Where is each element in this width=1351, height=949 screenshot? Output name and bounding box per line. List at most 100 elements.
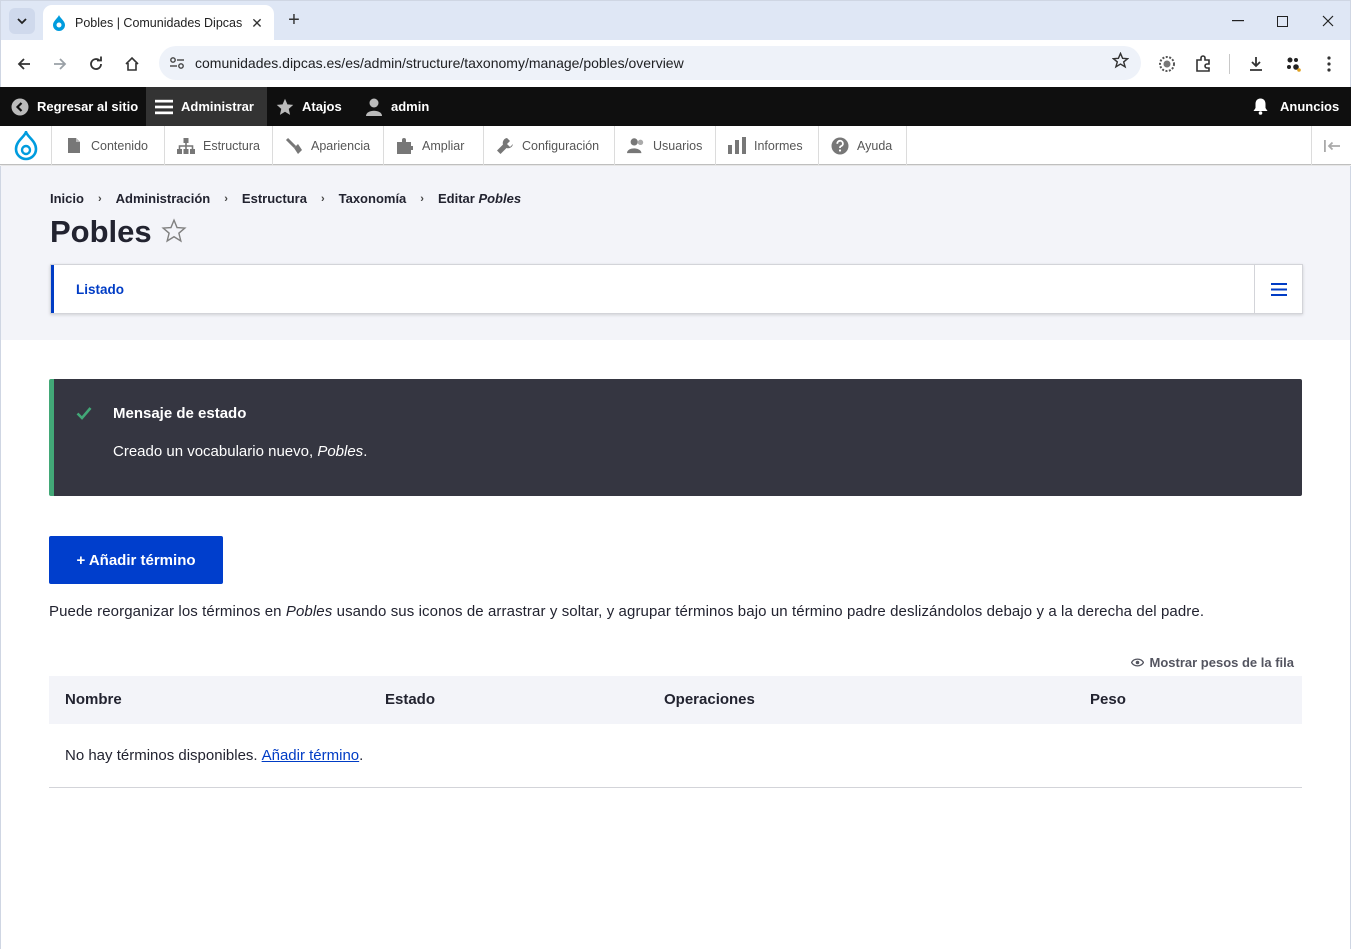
page-header: Inicio › Administración › Estructura › T… [0,166,1351,340]
tray-item-configuration[interactable]: Configuración [484,126,615,165]
toolbar-divider [1229,54,1230,74]
help-text-prefix: Puede reorganizar los términos en [49,603,282,620]
minimize-button[interactable] [1215,7,1261,35]
tray-item-label: Usuarios [653,138,703,153]
tray-item-content[interactable]: Contenido [53,126,165,165]
help-text-vocabulary: Pobles [285,603,333,620]
tray-orientation-toggle[interactable] [1311,126,1351,165]
breadcrumb-item-home[interactable]: Inicio [50,191,84,206]
status-message-title: Mensaje de estado [113,405,247,422]
admin-tray: Contenido Estructura Apariencia Ampliar … [0,126,1351,165]
tray-item-structure[interactable]: Estructura [165,126,273,165]
breadcrumb-edit-prefix: Editar [437,191,475,206]
help-icon [831,137,849,155]
drupal-favicon-icon [51,15,67,31]
breadcrumb-separator: › [320,192,325,205]
hamburger-icon [155,98,173,116]
arrow-right-icon [54,58,67,70]
tray-item-label: Contenido [91,138,148,153]
browser-tab-bar: Pobles | Comunidades Dipcas ✕ + [0,0,1351,41]
admin-toolbar: Regresar al sitio Administrar Atajos adm… [0,87,1351,126]
extensions-puzzle-icon[interactable] [1191,52,1215,76]
tab-title: Pobles | Comunidades Dipcas [75,16,243,30]
column-header-operations: Operaciones [664,691,755,708]
arrow-left-icon [17,58,30,70]
shortcuts-label: Atajos [302,99,342,114]
drupal-logo-icon[interactable] [0,126,52,165]
tray-item-people[interactable]: Usuarios [615,126,716,165]
tab-search-button[interactable] [9,8,35,34]
announcements-toolbar-tab[interactable]: Anuncios [1251,87,1339,126]
close-window-button[interactable] [1305,7,1351,35]
add-shortcut-star-icon[interactable] [161,218,187,251]
back-button[interactable] [11,51,37,77]
tray-item-appearance[interactable]: Apariencia [273,126,384,165]
breadcrumb-separator: › [224,192,228,205]
home-icon [125,56,139,71]
shortcuts-toolbar-tab[interactable]: Atajos [276,87,342,126]
downloads-icon[interactable] [1244,52,1268,76]
tray-item-label: Ayuda [857,138,893,153]
show-row-weights-button[interactable]: Mostrar pesos de la fila [1130,655,1294,670]
brush-icon [285,137,303,155]
browser-tab[interactable]: Pobles | Comunidades Dipcas ✕ [43,5,274,41]
tray-item-label: Estructura [203,138,260,153]
manage-toolbar-tab[interactable]: Administrar [146,87,267,126]
status-message: Mensaje de estado Creado un vocabulario … [49,379,1302,496]
back-to-site-link[interactable]: Regresar al sitio [0,87,146,126]
tray-item-help[interactable]: Ayuda [819,126,907,165]
browser-address-bar: comunidades.dipcas.es/es/admin/structure… [0,40,1351,87]
maximize-button[interactable] [1259,7,1305,35]
manage-label: Administrar [181,99,254,114]
star-icon [276,98,294,116]
empty-message: No hay términos disponibles. [65,747,258,764]
tray-item-reports[interactable]: Informes [716,126,819,165]
wrench-icon [496,137,514,155]
forward-button[interactable] [47,51,73,77]
site-settings-icon[interactable] [167,53,187,73]
add-term-button[interactable]: + Añadir término [49,536,223,584]
file-icon [65,137,83,155]
local-tabs: Listado [50,264,1303,314]
breadcrumb-edit-vocabulary: Pobles [478,191,522,206]
window-border-left [0,340,1,949]
tray-item-label: Apariencia [311,138,371,153]
reload-button[interactable] [83,51,109,77]
user-icon [365,98,383,116]
status-text-prefix: Creado un vocabulario nuevo, [113,443,314,460]
bookmark-star-icon[interactable] [1111,51,1130,74]
home-button[interactable] [119,51,145,77]
breadcrumb-item-administration[interactable]: Administración [116,191,211,206]
breadcrumb-item-structure[interactable]: Estructura [242,191,307,206]
tray-item-extend[interactable]: Ampliar [384,126,484,165]
user-toolbar-tab[interactable]: admin [365,87,429,126]
reload-icon [90,56,102,70]
browser-menu-icon[interactable] [1317,52,1341,76]
back-to-site-label: Regresar al sitio [37,99,139,114]
tab-close-icon[interactable]: ✕ [248,15,266,32]
status-message-text: Creado un vocabulario nuevo, Pobles. [113,443,367,460]
table-header: Nombre Estado Operaciones Peso [49,676,1302,724]
terms-table: Nombre Estado Operaciones Peso No hay té… [49,676,1302,788]
arrow-left-circle-icon [11,98,29,116]
breadcrumb-item-taxonomy[interactable]: Taxonomía [339,191,407,206]
profile-avatar-icon[interactable] [1281,52,1305,76]
tray-item-label: Informes [754,138,803,153]
url-bar[interactable]: comunidades.dipcas.es/es/admin/structure… [159,46,1141,80]
new-tab-button[interactable]: + [283,9,305,31]
table-empty-row: No hay términos disponibles. Añadir térm… [49,724,1302,788]
people-icon [627,137,645,155]
local-tabs-menu-button[interactable] [1254,265,1302,313]
column-header-weight: Peso [1090,691,1126,708]
breadcrumb: Inicio › Administración › Estructura › T… [50,191,521,206]
extension-gear-icon[interactable] [1155,52,1179,76]
help-text-suffix: usando sus iconos de arrastrar y soltar,… [336,603,1205,620]
empty-add-term-link[interactable]: Añadir término [262,747,360,764]
chevron-down-icon [17,18,27,25]
user-label: admin [391,99,430,114]
breadcrumb-item-edit[interactable]: Editar Pobles [438,191,521,206]
collapse-tray-icon [1323,139,1340,152]
page-title: Pobles [50,214,152,249]
tab-listing[interactable]: Listado [51,265,251,313]
hamburger-menu-icon [1270,282,1287,296]
